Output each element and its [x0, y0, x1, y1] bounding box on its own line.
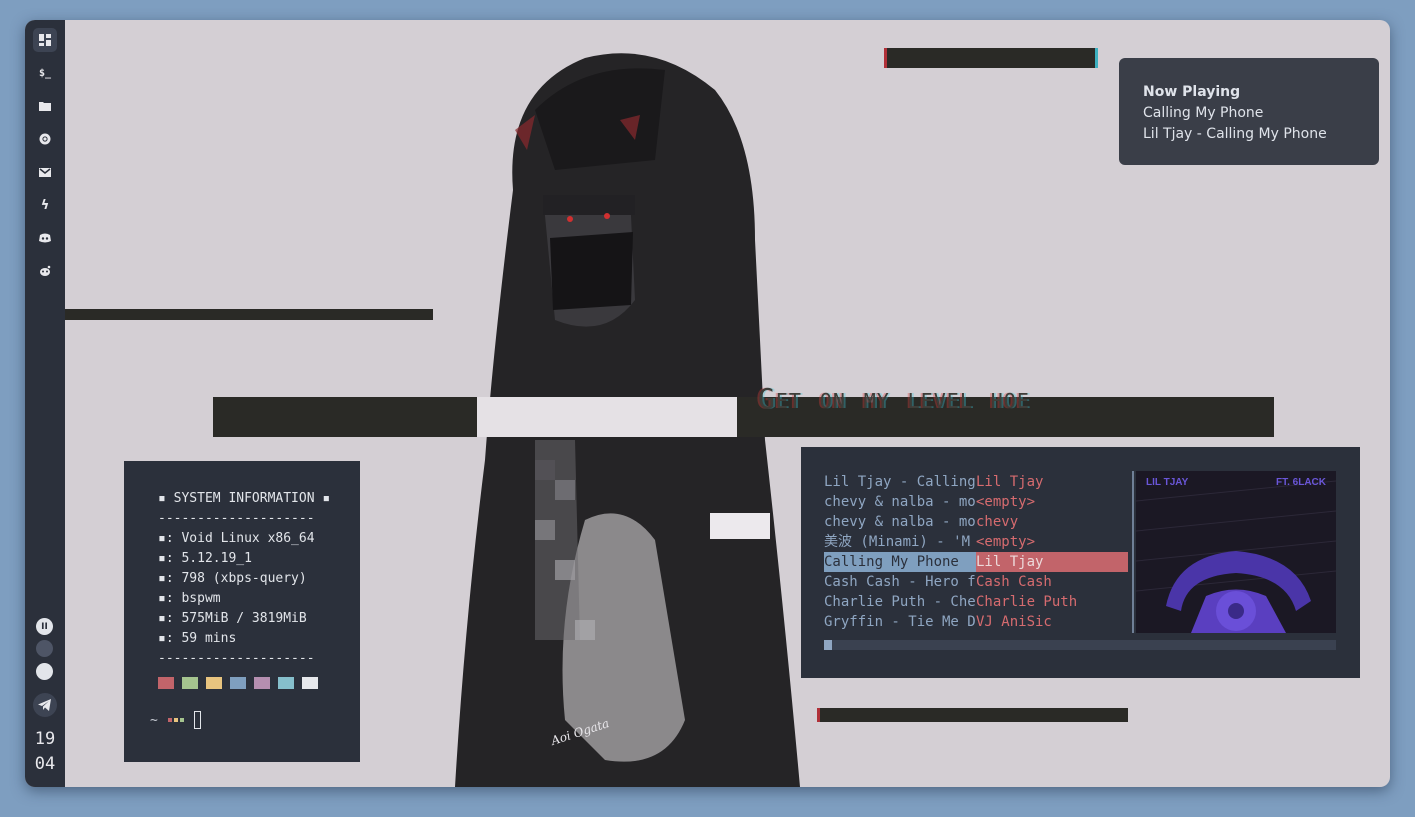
color-swatch: [302, 677, 318, 689]
color-swatch: [182, 677, 198, 689]
track-artist: <empty>: [976, 534, 1036, 550]
terminal-icon[interactable]: $_: [33, 61, 57, 85]
sysinfo-header: ▪ SYSTEM INFORMATION ▪: [158, 491, 331, 506]
workspace-3-indicator[interactable]: [36, 663, 53, 680]
music-player[interactable]: Lil Tjay - Calling Lil Tjay chevy & nalba …: [801, 447, 1360, 678]
desktop: $_ ϟ II 19 04 Get on my level hoe Aoi Og…: [25, 20, 1390, 787]
track-title: Gryffin - Tie Me D: [824, 614, 976, 630]
notification-title: Now Playing: [1143, 84, 1241, 100]
prompt-dot: [179, 718, 184, 722]
sidebar: $_ ϟ II 19 04: [25, 20, 65, 787]
sysinfo-uptime: ▪: 59 mins: [158, 631, 237, 646]
mail-icon[interactable]: [33, 160, 57, 184]
workspace-2-indicator[interactable]: [36, 640, 53, 657]
track-title: chevy & nalba - mo: [824, 494, 976, 510]
playlist-row[interactable]: Gryffin - Tie Me D VJ AniSic: [824, 612, 1128, 632]
playlist-row[interactable]: chevy & nalba - mo chevy: [824, 512, 1128, 532]
track-title: Cash Cash - Hero f: [824, 574, 976, 590]
track-title: chevy & nalba - mo: [824, 514, 976, 530]
playlist-row[interactable]: chevy & nalba - mo <empty>: [824, 492, 1128, 512]
playlist-row[interactable]: Lil Tjay - Calling Lil Tjay: [824, 472, 1128, 492]
album-feature-text: FT. 6LACK: [1276, 477, 1326, 488]
prompt-dot: [167, 718, 172, 722]
sysinfo-kernel: ▪: 5.12.19_1: [158, 551, 252, 566]
track-artist: chevy: [976, 514, 1019, 530]
track-artist: <empty>: [976, 494, 1036, 510]
album-art: LIL TJAY FT. 6LACK: [1136, 471, 1336, 633]
discord-icon[interactable]: [33, 226, 57, 250]
color-palette: [158, 677, 318, 689]
playlist-row-selected[interactable]: Calling My Phone Lil Tjay: [824, 552, 1128, 572]
now-playing-notification[interactable]: Now Playing Calling My Phone Lil Tjay - …: [1119, 58, 1379, 165]
notification-artist-track: Lil Tjay - Calling My Phone: [1143, 126, 1327, 142]
playlist-row[interactable]: Charlie Puth - Che Charlie Puth: [824, 592, 1128, 612]
folder-icon[interactable]: [33, 94, 57, 118]
wallpaper-text: Get on my level hoe: [758, 382, 1030, 415]
track-title: Charlie Puth - Che: [824, 594, 976, 610]
telegram-icon[interactable]: [33, 693, 57, 717]
color-swatch: [158, 677, 174, 689]
workspace-label: II: [41, 621, 48, 632]
dashboard-icon[interactable]: [33, 28, 57, 52]
track-artist: VJ AniSic: [976, 614, 1052, 630]
sysinfo-divider-bottom: --------------------: [158, 651, 315, 666]
track-artist: Lil Tjay: [976, 552, 1128, 572]
track-artist: Charlie Puth: [976, 594, 1078, 610]
sysinfo-divider: --------------------: [158, 511, 315, 526]
color-swatch: [230, 677, 246, 689]
track-artist: Cash Cash: [976, 574, 1052, 590]
sysinfo-terminal[interactable]: ▪ SYSTEM INFORMATION ▪ -----------------…: [124, 461, 360, 762]
prompt-tilde: ~: [150, 712, 158, 728]
chrome-icon[interactable]: [33, 127, 57, 151]
album-artist-text: LIL TJAY: [1146, 477, 1189, 488]
terminal-cursor: [193, 711, 201, 729]
playback-progress-bar[interactable]: [824, 640, 1336, 650]
playlist-row[interactable]: 美波 (Minami) - 'M <empty>: [824, 532, 1128, 552]
clock-hour: 19: [34, 729, 56, 749]
sysinfo-wm: ▪: bspwm: [158, 591, 221, 606]
track-title: Calling My Phone: [824, 552, 976, 572]
sysinfo-packages: ▪: 798 (xbps-query): [158, 571, 307, 586]
notification-track: Calling My Phone: [1143, 105, 1264, 121]
sysinfo-memory: ▪: 575MiB / 3819MiB: [158, 611, 307, 626]
sysinfo-os: ▪: Void Linux x86_64: [158, 531, 315, 546]
track-title: Lil Tjay - Calling: [824, 474, 976, 490]
track-artist: Lil Tjay: [976, 474, 1044, 490]
color-swatch: [254, 677, 270, 689]
playlist-row[interactable]: Cash Cash - Hero f Cash Cash: [824, 572, 1128, 592]
color-swatch: [206, 677, 222, 689]
track-title: 美波 (Minami) - 'M: [824, 534, 971, 550]
lightning-icon[interactable]: ϟ: [33, 193, 57, 217]
color-swatch: [278, 677, 294, 689]
playback-progress-fill: [824, 640, 832, 650]
shell-prompt[interactable]: ~: [150, 711, 201, 729]
clock-minute: 04: [34, 754, 56, 774]
prompt-dot: [173, 718, 178, 722]
workspace-1-indicator[interactable]: II: [36, 618, 53, 635]
reddit-icon[interactable]: [33, 259, 57, 283]
playlist-divider: [1132, 471, 1134, 633]
